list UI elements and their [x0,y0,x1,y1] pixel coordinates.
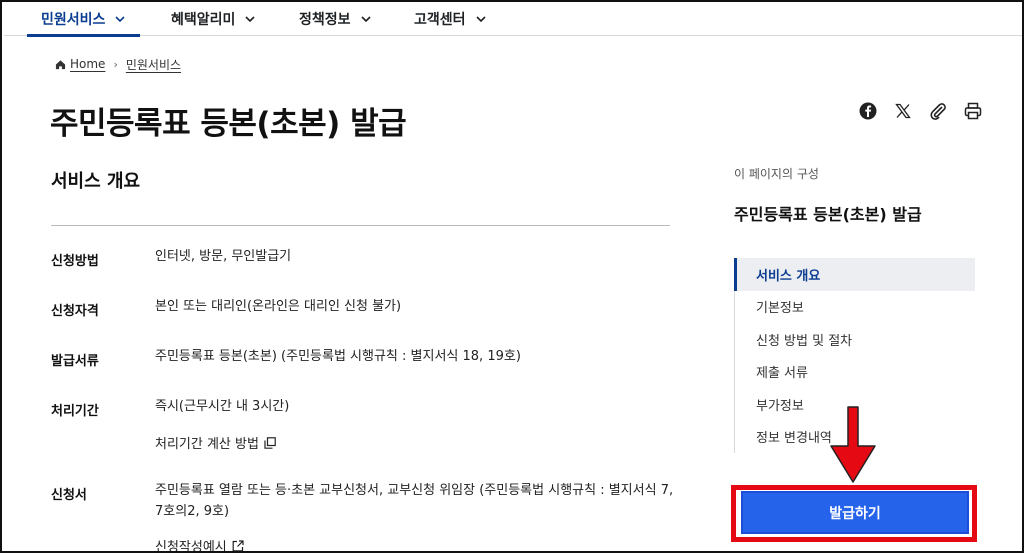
share-toolbar [857,100,984,122]
toc-caption: 이 페이지의 구성 [734,167,819,181]
chevron-down-icon [245,16,255,23]
toc-item-overview[interactable]: 서비스 개요 [734,258,975,291]
row-value-application-form-line2: 7호의2, 9호) [155,504,230,519]
breadcrumb-home-link[interactable]: Home [70,57,105,71]
nav-item-policy[interactable]: 정책정보 [299,2,372,36]
nav-item-label: 고객센터 [414,12,466,28]
page-title: 주민등록표 등본(초본) 발급 [50,106,407,142]
row-value-application-form-line1: 주민등록표 열람 또는 등·초본 교부신청서, 교부신청 위임장 (주민등록법 … [155,483,674,498]
application-example-link[interactable]: 신청작성예시 [155,536,244,553]
external-link-icon [232,539,244,551]
row-value-processing-time: 즉시(근무시간 내 3시간) [155,399,290,414]
toc-item-documents[interactable]: 제출 서류 [735,356,975,389]
nav-item-label: 민원서비스 [41,12,106,28]
copy-icon [264,436,276,449]
x-icon[interactable] [892,100,914,122]
row-label-documents: 발급서류 [51,354,99,369]
row-label-method: 신청방법 [51,254,99,269]
breadcrumb-separator-icon: › [113,57,118,71]
section-title-overview: 서비스 개요 [51,171,141,192]
nav-item-customer-center[interactable]: 고객센터 [414,2,487,36]
row-value-eligibility: 본인 또는 대리인(온라인은 대리인 신청 불가) [155,299,402,314]
page-frame: 민원서비스 혜택알리미 정책정보 고객센터 Home › 민원서비스 주민등록표… [0,0,1024,553]
chevron-down-icon [360,16,371,23]
row-label-eligibility: 신청자격 [51,304,99,319]
row-value-method: 인터넷, 방문, 무인발급기 [155,249,292,264]
toc-title: 주민등록표 등본(초본) 발급 [734,205,922,224]
section-divider [51,225,670,226]
row-label-processing-time: 처리기간 [51,404,99,419]
nav-item-label: 정책정보 [299,12,351,28]
processing-time-calc-link[interactable]: 처리기간 계산 방법 [155,433,276,452]
toc-item-procedure[interactable]: 신청 방법 및 절차 [735,323,975,356]
clip-icon[interactable] [927,100,949,122]
breadcrumb: Home › 민원서비스 [55,56,181,72]
processing-time-calc-label: 처리기간 계산 방법 [155,437,259,452]
row-value-documents: 주민등록표 등본(초본) (주민등록법 시행규칙 : 별지서식 18, 19호) [155,349,521,364]
annotation-arrow-icon [830,406,876,483]
home-icon [55,59,66,69]
top-navigation: 민원서비스 혜택알리미 정책정보 고객센터 [4,2,1022,37]
nav-item-civil-service[interactable]: 민원서비스 [26,2,141,37]
toc-item-basic-info[interactable]: 기본정보 [735,291,975,324]
issue-button[interactable]: 발급하기 [741,491,969,534]
breadcrumb-current-link[interactable]: 민원서비스 [126,56,181,73]
print-icon[interactable] [962,100,984,122]
row-label-application-form: 신청서 [51,488,87,503]
application-example-label: 신청작성예시 [155,540,227,553]
nav-item-benefits[interactable]: 혜택알리미 [171,2,256,36]
chevron-down-icon [475,16,486,23]
facebook-icon[interactable] [857,100,879,122]
nav-item-label: 혜택알리미 [171,12,236,28]
chevron-down-icon [115,16,125,23]
